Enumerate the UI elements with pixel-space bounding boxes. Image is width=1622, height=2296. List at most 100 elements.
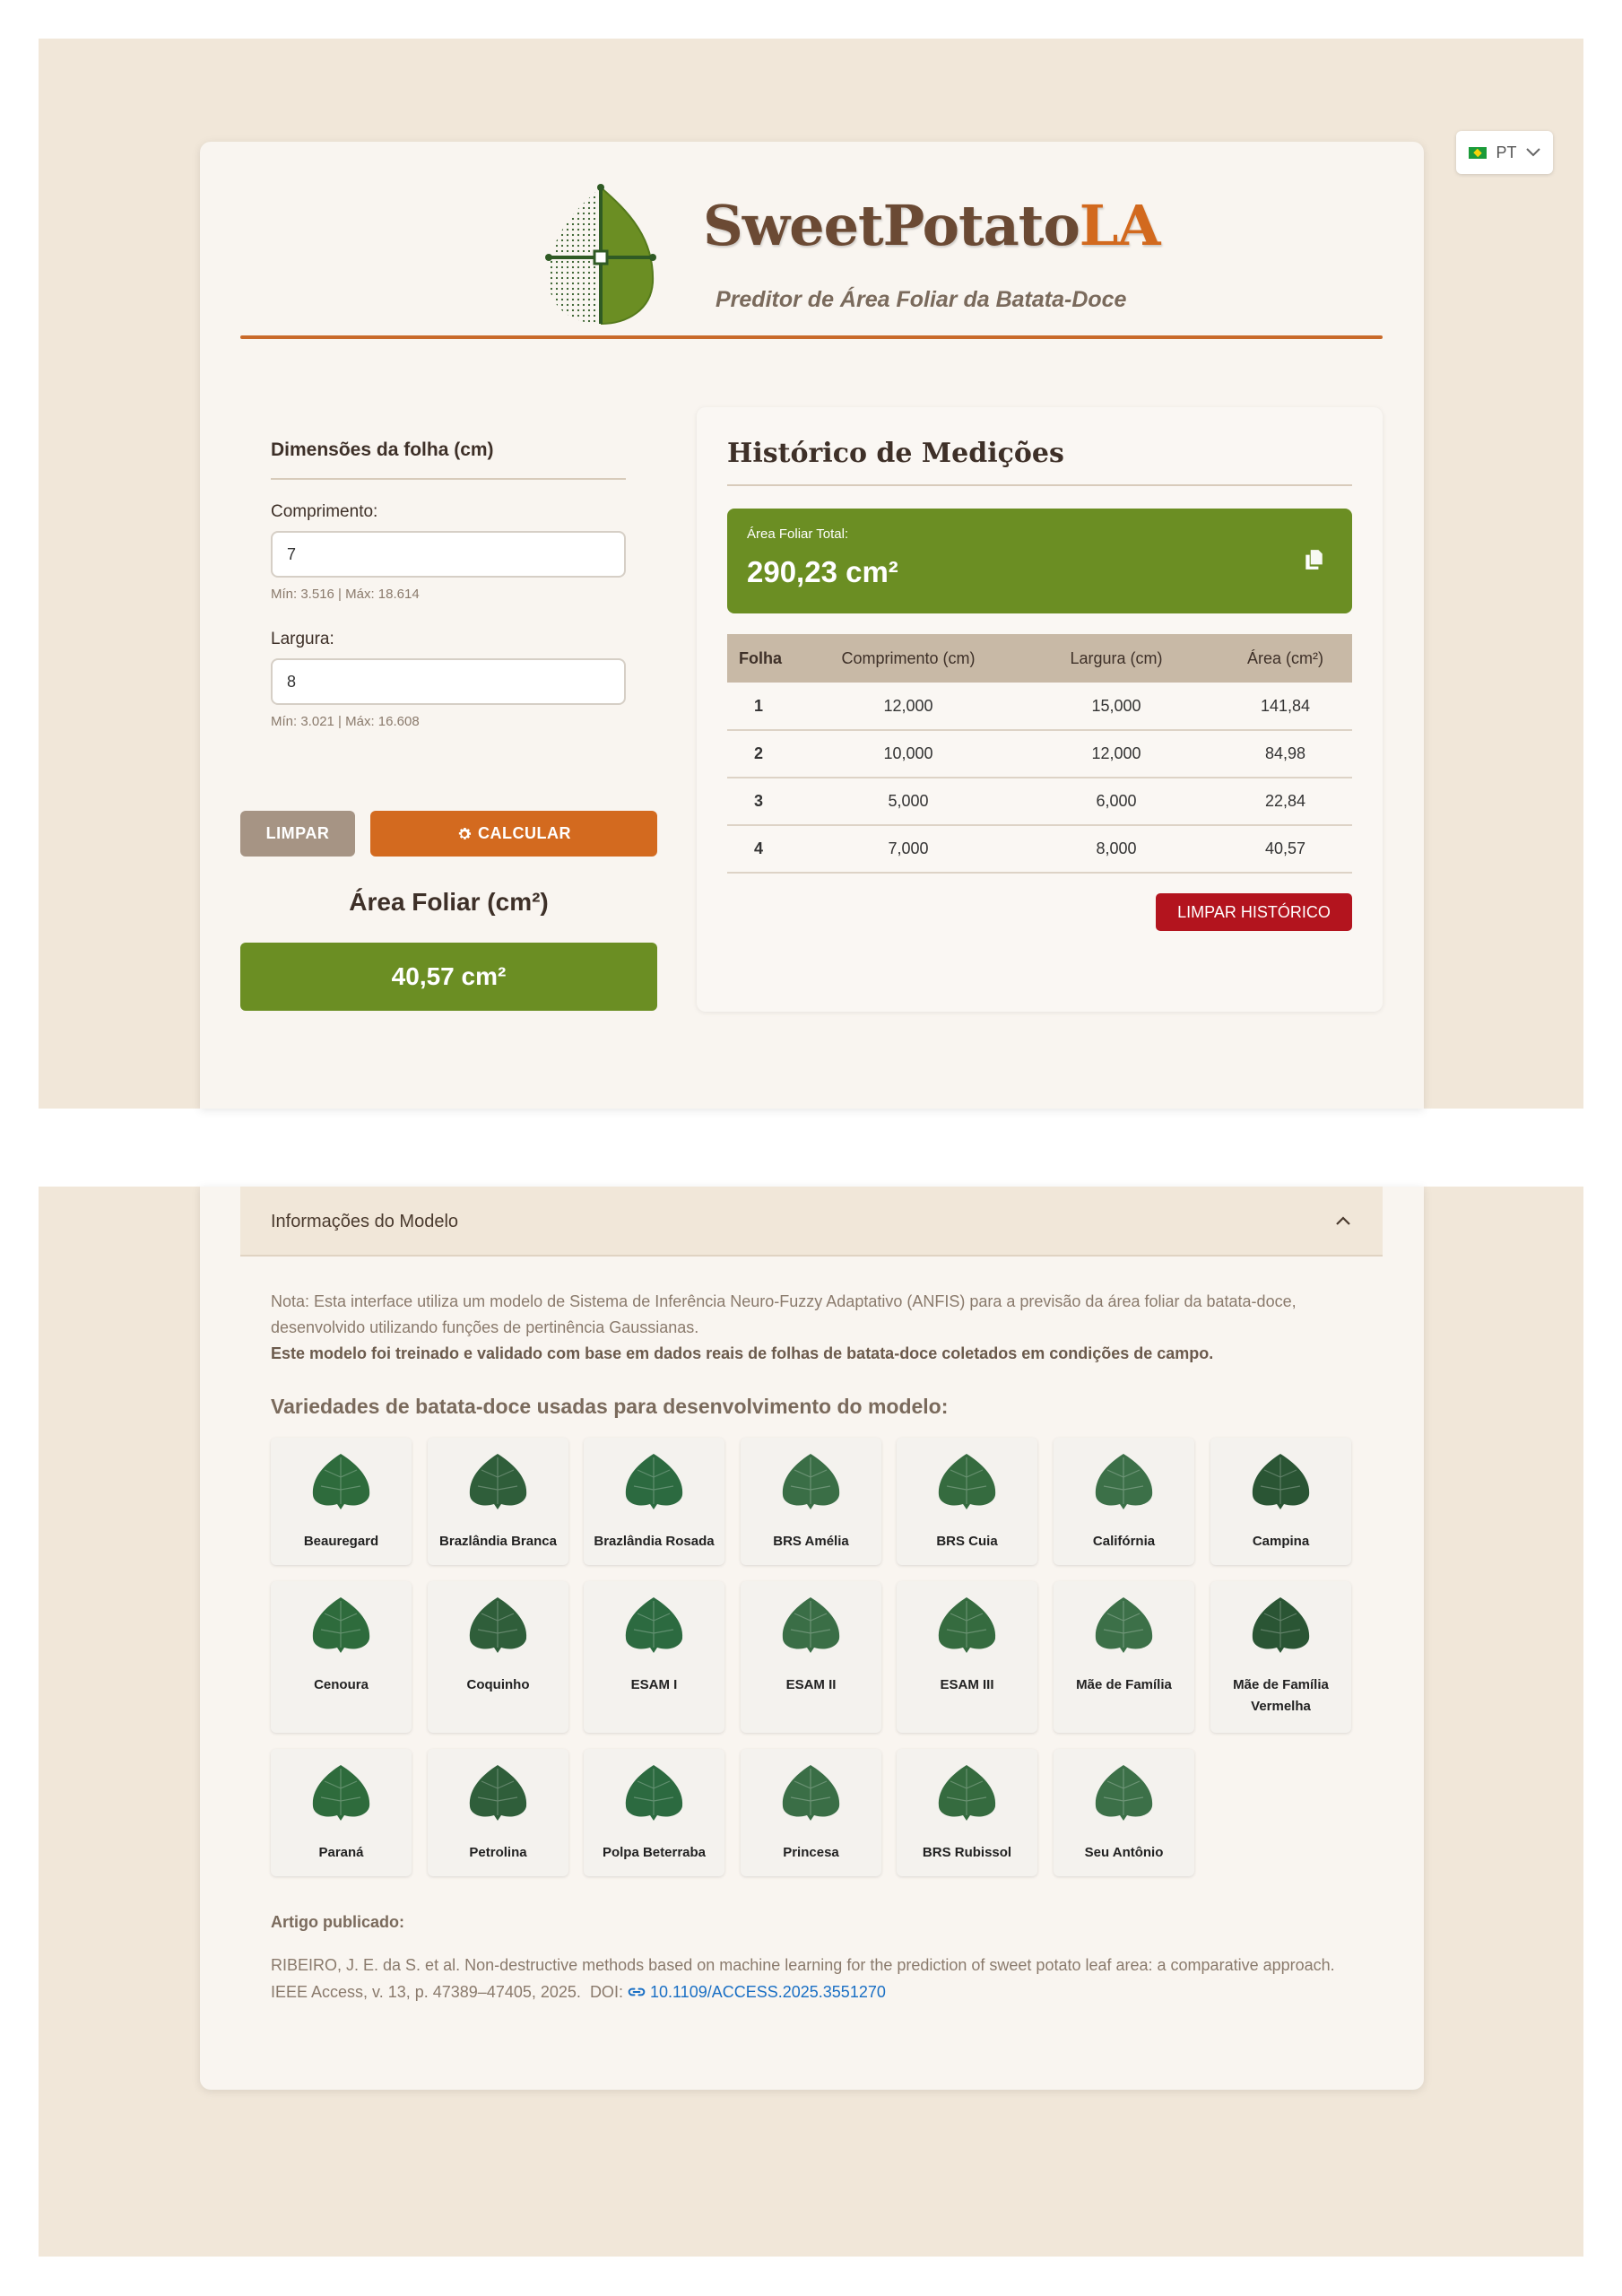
table-cell: 5,000	[802, 778, 1014, 826]
variety-name: BRS Rubissol	[922, 1845, 1012, 1860]
model-info-accordion-header[interactable]: Informações do Modelo	[240, 1187, 1383, 1257]
clear-history-button[interactable]: LIMPAR HISTÓRICO	[1156, 893, 1352, 931]
leaf-icon	[469, 1597, 527, 1653]
variety-name: Princesa	[783, 1845, 839, 1860]
table-cell: 4	[727, 825, 802, 874]
leaf-icon	[1095, 1765, 1153, 1821]
table-cell: 7,000	[802, 825, 1014, 874]
variety-name: Mãe de Família	[1076, 1677, 1172, 1692]
width-input[interactable]	[271, 658, 626, 705]
variety-tile: Coquinho	[428, 1581, 568, 1733]
leaf-icon	[782, 1454, 840, 1509]
leaf-icon	[625, 1597, 683, 1653]
variety-tile: ESAM II	[741, 1581, 881, 1733]
chevron-down-icon	[1525, 148, 1540, 157]
article-label: Artigo publicado:	[271, 1913, 404, 1931]
table-cell: 1	[727, 683, 802, 731]
leaf-icon	[782, 1765, 840, 1821]
leaf-icon	[1095, 1597, 1153, 1653]
col-header: Área (cm²)	[1219, 634, 1352, 683]
variety-tile: Cenoura	[271, 1581, 412, 1733]
variety-name: Polpa Beterraba	[602, 1845, 707, 1860]
table-cell: 22,84	[1219, 778, 1352, 826]
variety-tile: BRS Rubissol	[897, 1749, 1037, 1876]
language-selector[interactable]: PT	[1456, 131, 1553, 174]
calculate-button[interactable]: CALCULAR	[370, 811, 657, 857]
total-area-label: Área Foliar Total:	[747, 526, 849, 542]
varieties-title: Variedades de batata-doce usadas para de…	[271, 1395, 949, 1418]
variety-name: Mãe de Família Vermelha	[1233, 1677, 1329, 1714]
leaf-icon	[312, 1454, 370, 1509]
header-divider	[240, 335, 1383, 339]
form-title: Dimensões da folha (cm)	[271, 439, 494, 460]
model-info-title: Informações do Modelo	[271, 1212, 459, 1231]
leaf-icon	[1252, 1454, 1310, 1509]
table-row: 4 7,000 8,000 40,57	[727, 825, 1352, 874]
table-cell: 12,000	[802, 683, 1014, 731]
table-cell: 84,98	[1219, 730, 1352, 778]
variety-name: Brazlândia Branca	[439, 1534, 557, 1549]
table-cell: 2	[727, 730, 802, 778]
table-cell: 12,000	[1014, 730, 1219, 778]
length-hint: Mín: 3.516 | Máx: 18.614	[271, 587, 420, 602]
table-header-row: Folha Comprimento (cm) Largura (cm) Área…	[727, 634, 1352, 683]
variety-name: Califórnia	[1092, 1534, 1156, 1549]
width-label: Largura:	[271, 630, 334, 648]
table-cell: 141,84	[1219, 683, 1352, 731]
variety-tile: Seu Antônio	[1054, 1749, 1194, 1876]
clear-button[interactable]: LIMPAR	[240, 811, 355, 857]
variety-tile: Beauregard	[271, 1438, 412, 1565]
variety-tile: BRS Amélia	[741, 1438, 881, 1565]
col-header: Comprimento (cm)	[802, 634, 1014, 683]
table-cell: 40,57	[1219, 825, 1352, 874]
variety-name: Campina	[1252, 1534, 1310, 1549]
variety-name: ESAM I	[630, 1677, 678, 1692]
total-area-value: 290,23 cm²	[747, 555, 898, 588]
total-area-box: Área Foliar Total: 290,23 cm²	[727, 509, 1352, 613]
leaf-icon	[625, 1454, 683, 1509]
table-cell: 3	[727, 778, 802, 826]
doi-link[interactable]: 10.1109/ACCESS.2025.3551270	[628, 1983, 886, 2001]
width-hint: Mín: 3.021 | Máx: 16.608	[271, 714, 420, 729]
leaf-icon	[782, 1597, 840, 1653]
model-note: Nota: Esta interface utiliza um modelo d…	[271, 1289, 1365, 1367]
variety-tile: ESAM III	[897, 1581, 1037, 1733]
variety-name: BRS Amélia	[773, 1534, 849, 1549]
variety-tile: Brazlândia Rosada	[584, 1438, 724, 1565]
length-input[interactable]	[271, 531, 626, 578]
leaf-icon	[625, 1765, 683, 1821]
result-value: 40,57 cm²	[240, 943, 657, 1011]
variety-tile: Brazlândia Branca	[428, 1438, 568, 1565]
table-row: 1 12,000 15,000 141,84	[727, 683, 1352, 731]
variety-tile: BRS Cuia	[897, 1438, 1037, 1565]
table-row: 2 10,000 12,000 84,98	[727, 730, 1352, 778]
variety-tile: Campina	[1210, 1438, 1351, 1565]
variety-tile: Mãe de Família	[1054, 1581, 1194, 1733]
leaf-icon	[938, 1454, 996, 1509]
variety-tile: Califórnia	[1054, 1438, 1194, 1565]
length-label: Comprimento:	[271, 502, 378, 521]
leaf-icon	[938, 1765, 996, 1821]
gear-icon	[458, 827, 472, 839]
leaf-icon	[312, 1765, 370, 1821]
leaf-icon	[469, 1765, 527, 1821]
doi-prefix: DOI:	[589, 1983, 623, 2001]
variety-name: Petrolina	[469, 1845, 527, 1860]
model-note-bold: Este modelo foi treinado e validado com …	[271, 1344, 1214, 1362]
variety-name: ESAM II	[785, 1677, 837, 1692]
app-title: SweetPotatoLA	[703, 193, 1160, 258]
leaf-icon	[938, 1597, 996, 1653]
brazil-flag-icon	[1469, 146, 1488, 159]
variety-name: ESAM III	[940, 1677, 994, 1692]
variety-tile: Princesa	[741, 1749, 881, 1876]
variety-name: Seu Antônio	[1084, 1845, 1164, 1860]
variety-name: Beauregard	[303, 1534, 379, 1549]
leaf-icon	[1252, 1597, 1310, 1653]
language-code: PT	[1496, 143, 1517, 161]
link-icon	[628, 1987, 646, 1996]
copy-icon[interactable]	[1302, 548, 1325, 571]
table-cell: 8,000	[1014, 825, 1219, 874]
variety-tile: Polpa Beterraba	[584, 1749, 724, 1876]
variety-name: BRS Cuia	[936, 1534, 998, 1549]
variety-tile: ESAM I	[584, 1581, 724, 1733]
